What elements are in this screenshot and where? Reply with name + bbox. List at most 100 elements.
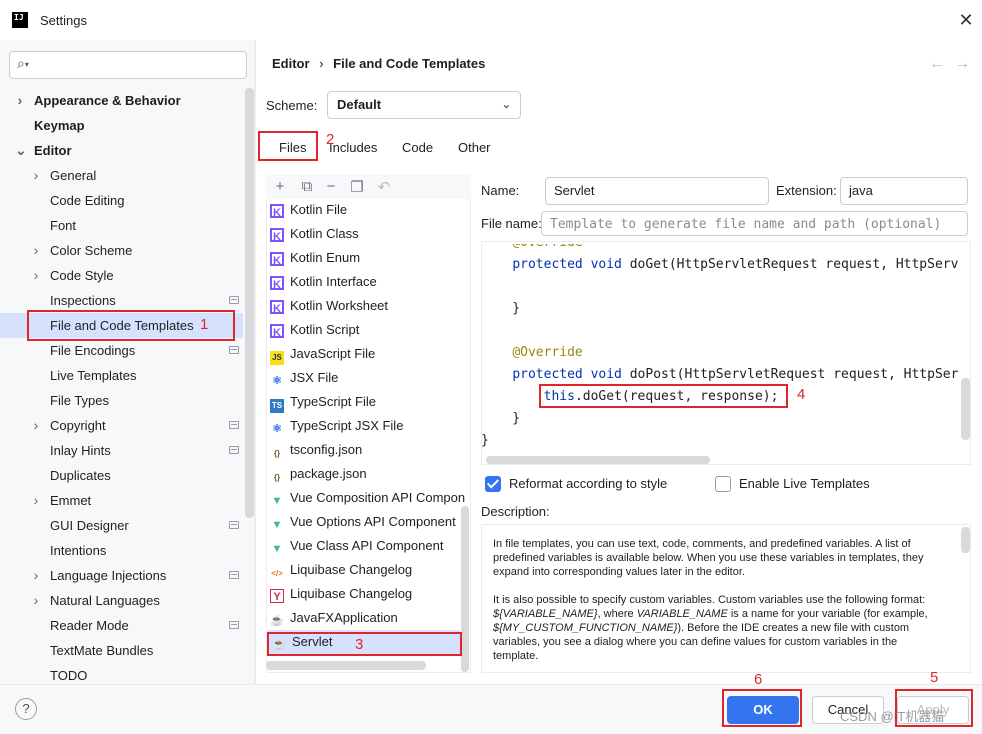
search-input[interactable] [9,51,247,79]
forward-arrow-icon[interactable]: → [954,55,970,73]
add-icon[interactable]: + [272,178,288,195]
templates-vscrollbar[interactable] [461,506,469,672]
chevron-right-icon[interactable]: › [31,263,41,288]
chevron-right-icon[interactable]: › [15,88,25,113]
back-arrow-icon[interactable]: ← [929,55,945,73]
sidebar-item-copyright[interactable]: › Copyright [0,413,243,438]
template-item-label: Liquibase Changelog [290,586,413,601]
chevron-down-icon[interactable]: ⌄ [15,138,27,163]
annotation-number-3: 3 [355,636,364,653]
editor-vscrollbar[interactable] [961,378,970,440]
code-line: @Override [512,345,583,360]
sidebar-item-file-encodings[interactable]: File Encodings [0,338,243,363]
help-button[interactable]: ? [15,698,37,720]
remove-icon[interactable]: − [323,178,339,195]
chevron-right-icon[interactable]: › [31,163,41,188]
template-item-label: Vue Class API Component [290,538,444,553]
sidebar-item-code-style[interactable]: › Code Style [0,263,243,288]
template-item[interactable]: Y Liquibase Changelog [270,582,470,606]
sidebar-item-label: TextMate Bundles [50,643,154,658]
tab-includes[interactable]: Includes [329,140,377,155]
tab-code[interactable]: Code [402,140,433,155]
template-item[interactable]: ▼ Vue Options API Component [270,510,470,534]
filename-placeholder: Template to generate file name and path … [550,217,942,232]
chevron-right-icon[interactable]: › [31,413,41,438]
sidebar-item-label: Appearance & Behavior [34,93,181,108]
sidebar-item-label: General [50,168,97,183]
text: is a name for your variable (for example… [727,608,928,620]
sidebar-item-gui-designer[interactable]: GUI Designer [0,513,243,538]
template-item-label: tsconfig.json [290,442,363,457]
tab-other[interactable]: Other [458,140,491,155]
template-item[interactable]: K Kotlin Interface [270,270,470,294]
name-field[interactable]: Servlet [545,177,769,205]
template-item[interactable]: K Kotlin File [270,198,470,222]
reformat-checkbox[interactable] [485,476,501,492]
sidebar-scrollbar[interactable] [245,88,254,518]
chevron-right-icon[interactable]: › [31,563,41,588]
duplicate-icon[interactable]: ❐ [349,178,365,196]
template-item[interactable]: {} tsconfig.json [270,438,470,462]
template-item-label: package.json [290,466,367,481]
breadcrumb-parent[interactable]: Editor [272,56,310,71]
sidebar-item-natural-languages[interactable]: › Natural Languages [0,588,243,613]
template-item[interactable]: ☕ JavaFXApplication [270,606,470,630]
live-templates-label: Enable Live Templates [739,476,870,491]
template-item[interactable]: ▼ Vue Composition API Compon [270,486,470,510]
breadcrumb: Editor › File and Code Templates [272,56,485,71]
sidebar-item-font[interactable]: Font [0,213,243,238]
template-item-label: Kotlin File [290,202,348,217]
sidebar-item-language-injections[interactable]: › Language Injections [0,563,243,588]
sidebar-item-appearance-behavior[interactable]: › Appearance & Behavior [0,88,243,113]
project-scope-icon [229,521,239,529]
template-item[interactable]: TS TypeScript File [270,390,470,414]
sidebar-item-keymap[interactable]: Keymap [0,113,243,138]
description-scrollbar[interactable] [961,527,970,553]
sidebar-item-textmate-bundles[interactable]: TextMate Bundles [0,638,243,663]
sidebar-item-duplicates[interactable]: Duplicates [0,463,243,488]
editor-hscrollbar[interactable] [486,456,710,464]
sidebar-item-label: GUI Designer [50,518,129,533]
sidebar-item-general[interactable]: › General [0,163,243,188]
template-item[interactable]: K Kotlin Class [270,222,470,246]
code-line: @Override [512,241,583,250]
chevron-right-icon[interactable]: › [31,238,41,263]
sidebar-item-intentions[interactable]: Intentions [0,538,243,563]
chevron-right-icon[interactable]: › [31,488,41,513]
sidebar-item-editor[interactable]: ⌄ Editor [0,138,243,163]
template-item[interactable]: K Kotlin Script [270,318,470,342]
extension-field[interactable]: java [840,177,968,205]
template-item[interactable]: {} package.json [270,462,470,486]
sidebar-item-inlay-hints[interactable]: Inlay Hints [0,438,243,463]
reset-icon[interactable]: ↶ [376,178,392,196]
description-paragraph: In file templates, you can use text, cod… [493,538,924,578]
sidebar-item-live-templates[interactable]: Live Templates [0,363,243,388]
template-item[interactable]: K Kotlin Worksheet [270,294,470,318]
template-item-label: JavaFXApplication [290,610,398,625]
templates-toolbar [266,175,471,199]
copy-icon[interactable]: ⧉ [299,178,315,195]
project-scope-icon [229,421,239,429]
chevron-right-icon[interactable]: › [31,588,41,613]
sidebar-item-reader-mode[interactable]: Reader Mode [0,613,243,638]
filename-field[interactable]: Template to generate file name and path … [541,211,968,236]
template-item[interactable]: ▼ Vue Class API Component [270,534,470,558]
sidebar-item-code-editing[interactable]: Code Editing [0,188,243,213]
live-templates-checkbox[interactable] [715,476,731,492]
text: VARIABLE_NAME [636,608,728,620]
template-item[interactable]: </> Liquibase Changelog [270,558,470,582]
sidebar-item-emmet[interactable]: › Emmet [0,488,243,513]
description-panel: In file templates, you can use text, cod… [481,524,971,673]
close-icon[interactable]: ✕ [957,10,975,30]
sidebar-item-file-types[interactable]: File Types [0,388,243,413]
template-item[interactable]: ⚛ JSX File [270,366,470,390]
template-item[interactable]: JS JavaScript File [270,342,470,366]
template-code-editor[interactable]: @Override protected void doGet(HttpServl… [481,241,971,465]
divider [255,40,256,684]
scheme-select[interactable]: Default ⌄ [327,91,521,119]
templates-hscrollbar[interactable] [266,661,426,670]
sidebar-item-color-scheme[interactable]: › Color Scheme [0,238,243,263]
kotlin-icon: K [270,300,284,315]
template-item[interactable]: K Kotlin Enum [270,246,470,270]
template-item[interactable]: ⚛ TypeScript JSX File [270,414,470,438]
